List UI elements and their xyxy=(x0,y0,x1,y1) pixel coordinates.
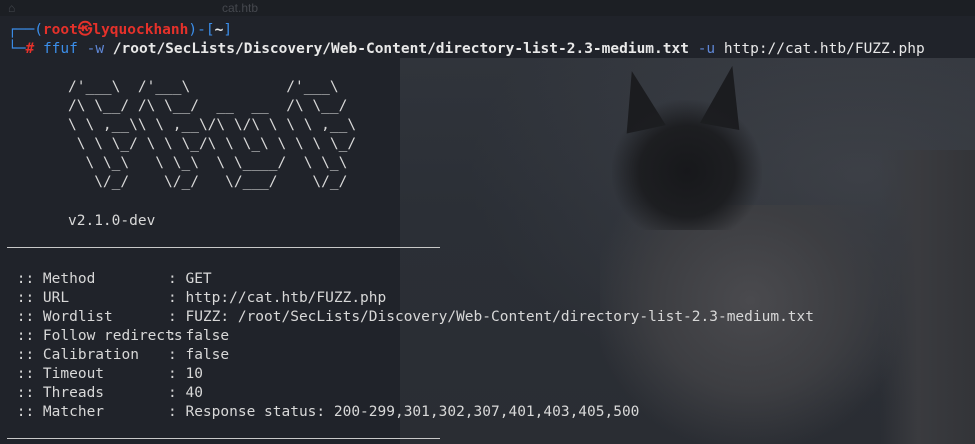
config-value: : GET xyxy=(168,271,212,287)
config-value: : 10 xyxy=(168,366,203,382)
config-label: :: Follow redirects xyxy=(8,328,183,344)
config-value: : false xyxy=(168,328,230,344)
config-label: :: Matcher xyxy=(8,404,105,420)
separator-bottom xyxy=(7,438,440,439)
config-row-matcher: :: Matcher : Response status: 200-299,301… xyxy=(8,403,640,422)
config-row-timeout: :: Timeout : 10 xyxy=(8,365,203,384)
url-arg: http://cat.htb/FUZZ.php xyxy=(723,41,925,57)
config-label: :: URL xyxy=(8,290,70,306)
command-line[interactable]: └─# ffuf -w /root/SecLists/Discovery/Web… xyxy=(8,40,925,59)
background-cat-head xyxy=(612,100,762,230)
config-value: : http://cat.htb/FUZZ.php xyxy=(168,290,387,306)
prompt-line-1: ┌──(root㉿lyquockhanh)-[~] xyxy=(8,21,232,40)
prompt-hash: # xyxy=(25,41,35,57)
prompt-user: root xyxy=(42,22,78,38)
config-value: : 40 xyxy=(168,385,203,401)
version-label: v2.1.0-dev xyxy=(68,213,156,229)
ghost-tab-label: cat.htb xyxy=(222,1,259,15)
terminal-window[interactable]: ⌂ cat.htb ┌──(root㉿lyquockhanh)-[~] └─# … xyxy=(0,0,975,444)
config-label: :: Method xyxy=(8,271,96,287)
config-label: :: Timeout xyxy=(8,366,105,382)
ghost-tab-strip xyxy=(0,0,975,16)
config-label: :: Calibration xyxy=(8,347,139,363)
prompt-frame-open: ┌──( xyxy=(8,22,43,38)
separator-top xyxy=(7,247,440,248)
prompt-host: lyquockhanh xyxy=(92,22,189,38)
config-row-method: :: Method : GET xyxy=(8,270,212,289)
prompt-line2-prefix: └─ xyxy=(8,41,26,57)
command-name: ffuf xyxy=(42,41,78,57)
prompt-at-symbol: ㉿ xyxy=(77,22,93,38)
prompt-frame-close: )-[ xyxy=(188,22,215,38)
flag-w: -w xyxy=(86,41,105,57)
config-value: : false xyxy=(168,347,230,363)
config-value: : Response status: 200-299,301,302,307,4… xyxy=(168,404,640,420)
home-icon: ⌂ xyxy=(8,1,16,15)
config-row-calibration: :: Calibration : false xyxy=(8,346,229,365)
config-value: : FUZZ: /root/SecLists/Discovery/Web-Con… xyxy=(168,309,815,325)
flag-u: -u xyxy=(697,41,716,57)
config-label: :: Threads xyxy=(8,385,105,401)
prompt-dir: ~ xyxy=(214,22,224,38)
config-row-threads: :: Threads : 40 xyxy=(8,384,203,403)
config-row-follow-redirects: :: Follow redirects: false xyxy=(8,327,229,346)
prompt-frame-end: ] xyxy=(223,22,233,38)
ffuf-ascii-banner: /'___\ /'___\ /'___\ /\ \__/ /\ \__/ __ … xyxy=(68,79,357,190)
config-label: :: Wordlist xyxy=(8,309,113,325)
config-row-url: :: URL : http://cat.htb/FUZZ.php xyxy=(8,289,387,308)
config-row-wordlist: :: Wordlist : FUZZ: /root/SecLists/Discov… xyxy=(8,308,814,327)
wordlist-arg: /root/SecLists/Discovery/Web-Content/dir… xyxy=(112,41,689,57)
